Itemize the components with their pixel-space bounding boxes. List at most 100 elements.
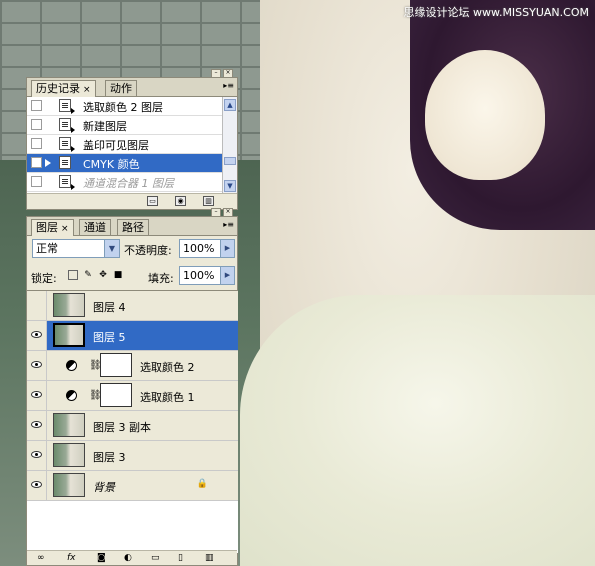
minimize-icon[interactable]: – bbox=[211, 208, 221, 217]
layer-thumbnail bbox=[53, 443, 85, 467]
adjustment-icon[interactable]: ◐ bbox=[124, 553, 132, 563]
fill-value: 100% bbox=[183, 269, 215, 282]
tab-history-label: 历史记录 bbox=[36, 82, 80, 95]
watermark: 思缘设计论坛 www.MISSYUAN.COM bbox=[403, 6, 589, 19]
history-scrollbar[interactable]: ▲ ▼ bbox=[222, 97, 237, 194]
history-item-selected[interactable]: CMYK 颜色 bbox=[27, 154, 223, 173]
trash-icon[interactable]: ▥ bbox=[205, 553, 214, 563]
cursor-arrow-icon bbox=[71, 108, 75, 114]
background-layer-row[interactable]: 背景 🔒 bbox=[27, 471, 238, 501]
layer-mask-thumbnail[interactable] bbox=[100, 353, 132, 377]
history-item[interactable]: 盖印可见图层 bbox=[27, 135, 223, 154]
history-state-icon bbox=[59, 137, 71, 150]
face bbox=[425, 50, 545, 180]
layer-thumbnail bbox=[53, 293, 85, 317]
history-item-dimmed[interactable]: 通道混合器 1 图层 bbox=[27, 173, 223, 192]
history-item-label: 通道混合器 1 图层 bbox=[83, 177, 174, 190]
layer-name: 图层 4 bbox=[93, 301, 126, 314]
fx-icon[interactable]: fx bbox=[67, 553, 76, 563]
visibility-toggle[interactable] bbox=[27, 291, 47, 320]
tab-paths[interactable]: 路径 bbox=[117, 219, 149, 235]
layer-row[interactable]: 图层 3 副本 bbox=[27, 411, 238, 441]
history-item[interactable]: 新建图层 bbox=[27, 116, 223, 135]
visibility-toggle[interactable] bbox=[27, 411, 47, 440]
scroll-down-icon[interactable]: ▼ bbox=[224, 180, 236, 192]
visibility-toggle[interactable] bbox=[27, 321, 47, 350]
layer-name: 背景 bbox=[93, 481, 115, 494]
link-icon[interactable]: ∞ bbox=[37, 553, 45, 563]
folder-icon[interactable]: ▭ bbox=[151, 553, 160, 563]
layers-footer: ∞ fx ◙ ◐ ▭ ▯ ▥ bbox=[27, 550, 237, 565]
panel-menu-icon[interactable]: ▸≡ bbox=[223, 220, 234, 229]
adjustment-layer-row[interactable]: ⛓ 选取颜色 1 bbox=[27, 381, 238, 411]
layer-thumbnail bbox=[53, 413, 85, 437]
minimize-icon[interactable]: – bbox=[211, 69, 221, 78]
layer-name: 图层 5 bbox=[93, 331, 126, 344]
fill-field[interactable]: 100% ▶ bbox=[179, 266, 235, 285]
adjustment-layer-row[interactable]: ⛓ 选取颜色 2 bbox=[27, 351, 238, 381]
opacity-value: 100% bbox=[183, 242, 215, 255]
cursor-arrow-icon bbox=[71, 184, 75, 190]
visibility-toggle[interactable] bbox=[27, 471, 47, 500]
eye-icon bbox=[31, 481, 42, 488]
mask-icon[interactable]: ◙ bbox=[97, 553, 106, 563]
layer-row[interactable]: 图层 4 bbox=[27, 291, 238, 321]
chevron-down-icon[interactable]: ▼ bbox=[104, 240, 119, 257]
layer-row-selected[interactable]: 图层 5 bbox=[27, 321, 238, 351]
cursor-arrow-icon bbox=[71, 146, 75, 152]
tab-actions[interactable]: 动作 bbox=[105, 80, 137, 96]
lock-label: 锁定: bbox=[31, 272, 57, 285]
tab-channels[interactable]: 通道 bbox=[79, 219, 111, 235]
history-item[interactable]: 选取颜色 2 图层 bbox=[27, 97, 223, 116]
layer-name: 选取颜色 2 bbox=[140, 361, 195, 374]
layer-mask-thumbnail[interactable] bbox=[100, 383, 132, 407]
close-icon[interactable]: × bbox=[223, 69, 233, 78]
blend-mode-value: 正常 bbox=[36, 242, 58, 255]
opacity-field[interactable]: 100% ▶ bbox=[179, 239, 235, 258]
visibility-toggle[interactable] bbox=[27, 351, 47, 380]
visibility-toggle[interactable] bbox=[27, 381, 47, 410]
new-document-icon[interactable]: ▭ bbox=[147, 196, 158, 206]
tab-layers-label: 图层 bbox=[36, 221, 58, 234]
layer-row[interactable]: 图层 3 bbox=[27, 441, 238, 471]
trash-icon[interactable]: ▥ bbox=[203, 196, 214, 206]
scroll-up-icon[interactable]: ▲ bbox=[224, 99, 236, 111]
white-dress bbox=[240, 295, 595, 566]
adjustment-layer-icon bbox=[66, 390, 77, 401]
tab-close-icon[interactable]: × bbox=[61, 224, 69, 234]
layers-list: 图层 4 图层 5 ⛓ 选取颜色 2 ⛓ 选取颜色 1 图层 3 副本 图层 3… bbox=[27, 290, 238, 553]
tab-close-icon[interactable]: × bbox=[83, 85, 91, 95]
layer-name: 图层 3 副本 bbox=[93, 421, 151, 434]
tab-layers[interactable]: 图层 × bbox=[31, 219, 74, 236]
layer-thumbnail bbox=[53, 323, 85, 347]
snapshot-checkbox[interactable] bbox=[31, 176, 42, 187]
panel-menu-icon[interactable]: ▸≡ bbox=[223, 81, 234, 90]
lock-all-icon[interactable]: ■ bbox=[113, 270, 123, 280]
history-item-label: 盖印可见图层 bbox=[83, 139, 149, 152]
layer-name: 选取颜色 1 bbox=[140, 391, 195, 404]
new-layer-icon[interactable]: ▯ bbox=[178, 553, 183, 563]
visibility-toggle[interactable] bbox=[27, 441, 47, 470]
blend-mode-select[interactable]: 正常 ▼ bbox=[32, 239, 120, 258]
lock-move-icon[interactable]: ✥ bbox=[98, 270, 108, 280]
close-icon[interactable]: × bbox=[223, 208, 233, 217]
eye-icon bbox=[31, 361, 42, 368]
lock-transparency-icon[interactable] bbox=[68, 270, 78, 280]
lock-fill-row: 锁定: ✎ ✥ ■ 填充: 100% ▶ bbox=[27, 264, 237, 288]
history-state-icon bbox=[59, 175, 71, 188]
history-footer: ▭ ◉ ▥ bbox=[27, 193, 237, 209]
opacity-label: 不透明度: bbox=[124, 244, 172, 257]
snapshot-checkbox[interactable] bbox=[31, 100, 42, 111]
history-state-marker-icon bbox=[45, 159, 51, 167]
scroll-thumb[interactable] bbox=[224, 157, 236, 165]
snapshot-checkbox[interactable] bbox=[31, 157, 42, 168]
history-panel: – × 历史记录 × 动作 ▸≡ 选取颜色 2 图层 新建图层 盖印可见图层 C… bbox=[26, 69, 238, 210]
tab-history[interactable]: 历史记录 × bbox=[31, 80, 96, 97]
snapshot-checkbox[interactable] bbox=[31, 119, 42, 130]
snapshot-camera-icon[interactable]: ◉ bbox=[175, 196, 186, 206]
lock-brush-icon[interactable]: ✎ bbox=[83, 270, 93, 280]
snapshot-checkbox[interactable] bbox=[31, 138, 42, 149]
fill-slider-arrow-icon[interactable]: ▶ bbox=[220, 267, 234, 284]
lock-icon: 🔒 bbox=[196, 479, 208, 489]
opacity-slider-arrow-icon[interactable]: ▶ bbox=[220, 240, 234, 257]
